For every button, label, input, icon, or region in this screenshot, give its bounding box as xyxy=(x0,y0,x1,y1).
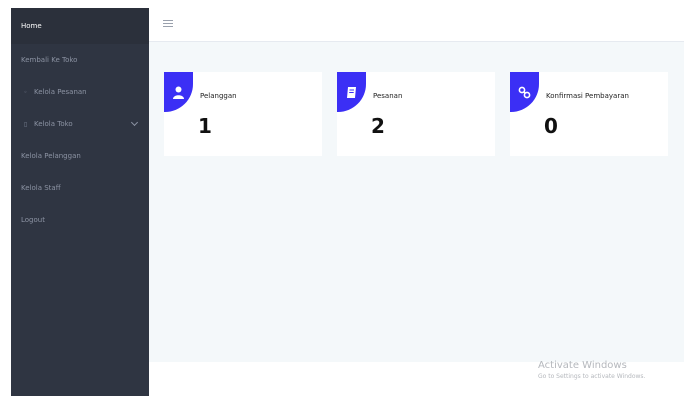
sidebar-item-logout[interactable]: Logout xyxy=(11,204,149,236)
card-value: 1 xyxy=(198,114,212,138)
card-pelanggan[interactable]: Pelanggan 1 xyxy=(164,72,322,156)
chevron-down-icon xyxy=(130,118,139,127)
card-value: 0 xyxy=(544,114,558,138)
sidebar-item-kelola-toko[interactable]: ▯ Kelola Toko xyxy=(11,108,149,140)
sidebar-item-label: Kelola Staff xyxy=(21,184,61,192)
card-label: Konfirmasi Pembayaran xyxy=(546,92,629,100)
card-label: Pesanan xyxy=(373,92,403,100)
watermark-title: Activate Windows xyxy=(538,360,627,371)
main-content: Pelanggan 1 Pesanan 2 Konfirmasi Pembaya… xyxy=(149,42,684,362)
link-icon xyxy=(510,72,539,112)
card-konfirmasi-pembayaran[interactable]: Konfirmasi Pembayaran 0 xyxy=(510,72,668,156)
sidebar-item-label: Kelola Pelanggan xyxy=(21,152,81,160)
activate-windows-watermark: Activate Windows Go to Settings to activ… xyxy=(538,360,645,380)
menu-toggle-icon[interactable] xyxy=(163,20,173,28)
sidebar: Home Kembali Ke Toko ◦ Kelola Pesanan ▯ … xyxy=(11,8,149,396)
sidebar-item-label: Home xyxy=(21,22,42,30)
topbar xyxy=(149,8,684,42)
sidebar-item-home[interactable]: Home xyxy=(11,8,149,44)
card-value: 2 xyxy=(371,114,385,138)
sidebar-item-kelola-pelanggan[interactable]: Kelola Pelanggan xyxy=(11,140,149,172)
card-label: Pelanggan xyxy=(200,92,237,100)
store-icon: ▯ xyxy=(23,120,28,128)
book-icon xyxy=(337,72,366,112)
sidebar-item-kembali-ke-toko[interactable]: Kembali Ke Toko xyxy=(11,44,149,76)
sidebar-item-label: Logout xyxy=(21,216,45,224)
user-icon xyxy=(164,72,193,112)
watermark-subtitle: Go to Settings to activate Windows. xyxy=(538,373,646,380)
sidebar-item-kelola-pesanan[interactable]: ◦ Kelola Pesanan xyxy=(11,76,149,108)
sidebar-item-kelola-staff[interactable]: Kelola Staff xyxy=(11,172,149,204)
sidebar-item-label: Kembali Ke Toko xyxy=(21,56,78,64)
orders-icon: ◦ xyxy=(23,88,28,96)
sidebar-item-label: Kelola Pesanan xyxy=(34,88,87,96)
card-pesanan[interactable]: Pesanan 2 xyxy=(337,72,495,156)
sidebar-item-label: Kelola Toko xyxy=(34,120,73,128)
